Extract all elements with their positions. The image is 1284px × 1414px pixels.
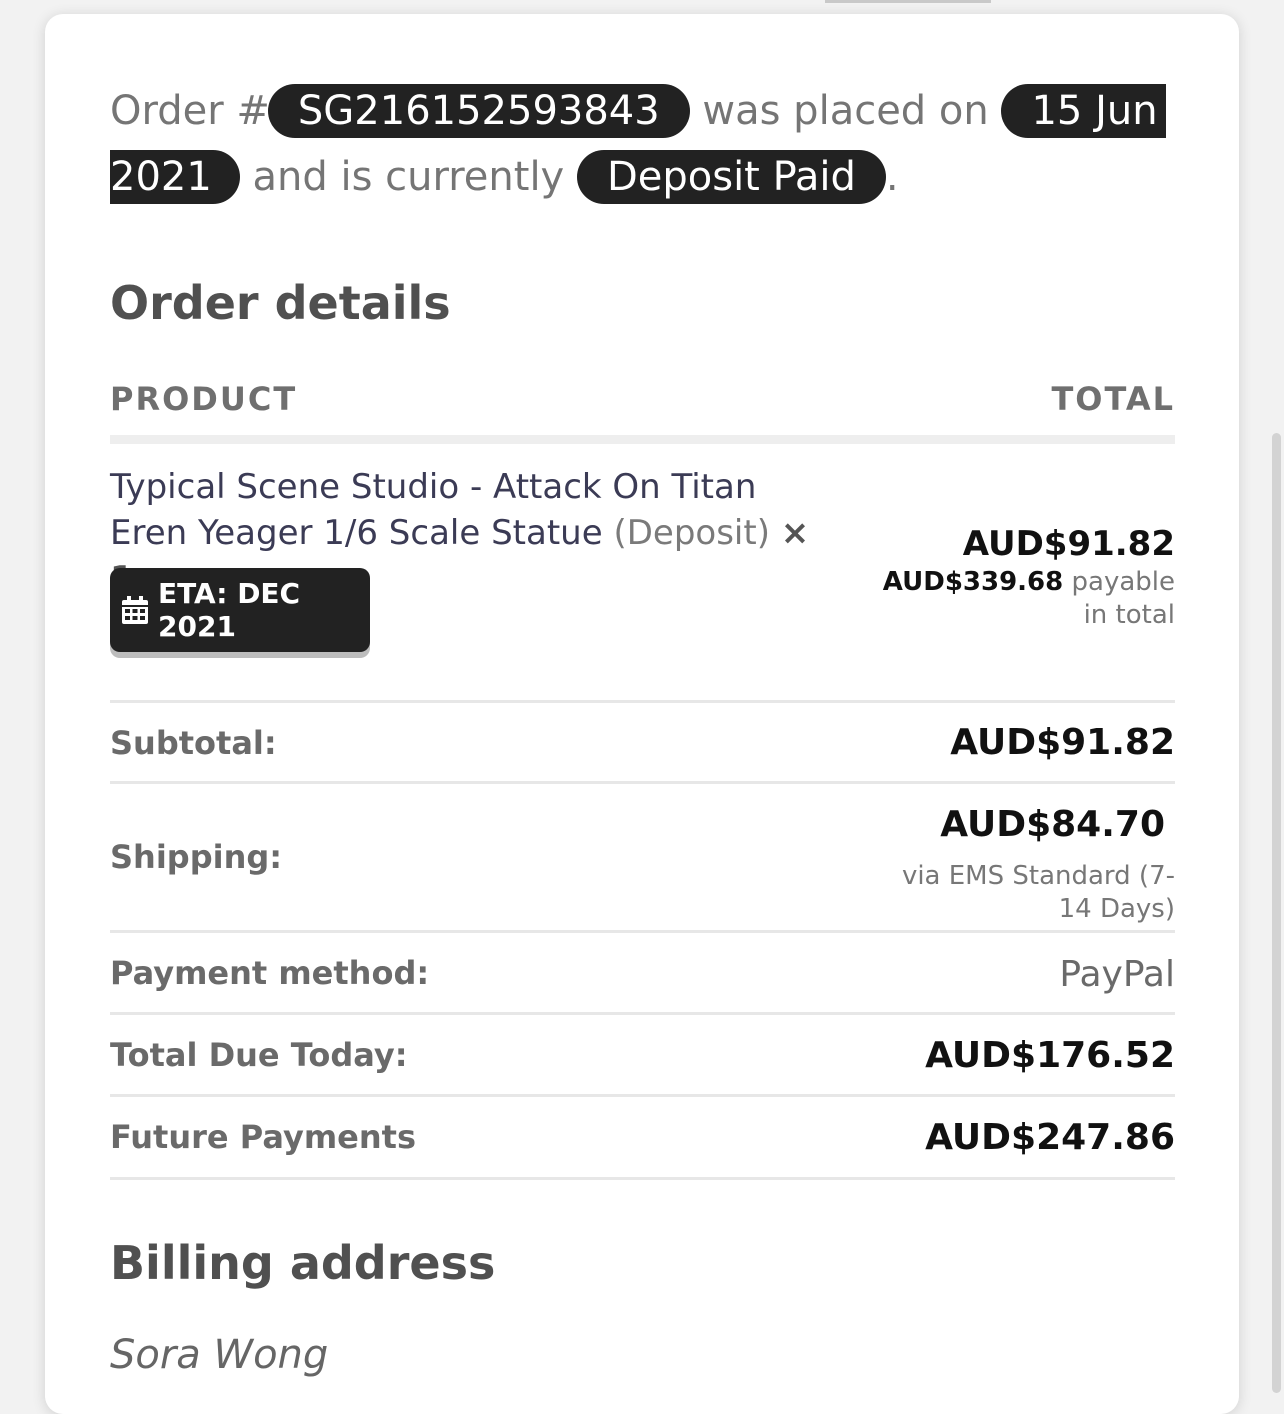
order-date-badge: 15 Jun bbox=[1001, 84, 1166, 138]
total-due-label: Total Due Today: bbox=[110, 1036, 408, 1074]
eta-text: ETA: DEC 2021 bbox=[158, 577, 301, 643]
product-name-line2[interactable]: Eren Yeager 1/6 Scale Statue bbox=[110, 513, 603, 553]
item-total: AUD$91.82 bbox=[962, 524, 1175, 564]
status-text: and is currently bbox=[239, 154, 577, 200]
divider bbox=[110, 1094, 1175, 1097]
divider bbox=[110, 781, 1175, 784]
column-header-product: PRODUCT bbox=[110, 380, 298, 418]
order-card: Order # SG216152593843 was placed on 15 J… bbox=[45, 14, 1239, 1414]
order-intro: Order # SG216152593843 was placed on 15 J… bbox=[110, 78, 1175, 210]
order-number-badge: SG216152593843 bbox=[267, 84, 690, 138]
column-header-total: TOTAL bbox=[1051, 380, 1175, 418]
future-payments-label: Future Payments bbox=[110, 1118, 416, 1156]
intro-end: . bbox=[885, 154, 899, 200]
divider bbox=[110, 700, 1175, 703]
divider bbox=[110, 930, 1175, 933]
deposit-tag: (Deposit) bbox=[613, 513, 770, 553]
header-divider bbox=[110, 435, 1175, 444]
payable-text: payable in total bbox=[1071, 567, 1175, 630]
item-payable-note: AUD$339.68 payable in total bbox=[875, 566, 1175, 632]
payment-method-label: Payment method: bbox=[110, 954, 430, 992]
subtotal-label: Subtotal: bbox=[110, 724, 277, 762]
shipping-label: Shipping: bbox=[110, 838, 283, 876]
billing-address-title: Billing address bbox=[110, 1236, 496, 1290]
tab-indicator bbox=[825, 0, 991, 3]
order-details-title: Order details bbox=[110, 276, 451, 330]
divider bbox=[110, 1177, 1175, 1180]
subtotal-value: AUD$91.82 bbox=[950, 722, 1175, 763]
scrollbar[interactable] bbox=[1272, 433, 1281, 1393]
billing-name: Sora Wong bbox=[110, 1332, 329, 1378]
shipping-note: via EMS Standard (7-14 Days) bbox=[901, 861, 1175, 924]
eta-badge: ETA: DEC 2021 bbox=[110, 568, 370, 652]
calendar-icon bbox=[122, 596, 148, 624]
order-date-year-badge: 2021 bbox=[110, 150, 240, 204]
payment-method-value: PayPal bbox=[1059, 954, 1175, 995]
total-due-value: AUD$176.52 bbox=[925, 1035, 1175, 1076]
payable-amount: AUD$339.68 bbox=[882, 567, 1064, 597]
divider bbox=[110, 1012, 1175, 1015]
order-prefix: Order # bbox=[110, 88, 270, 134]
status-badge: Deposit Paid bbox=[576, 150, 886, 204]
future-payments-value: AUD$247.86 bbox=[925, 1117, 1175, 1158]
placed-text: was placed on bbox=[689, 88, 1002, 134]
product-name-line1[interactable]: Typical Scene Studio - Attack On Titan bbox=[110, 467, 756, 507]
shipping-value: AUD$84.70 bbox=[940, 804, 1165, 845]
